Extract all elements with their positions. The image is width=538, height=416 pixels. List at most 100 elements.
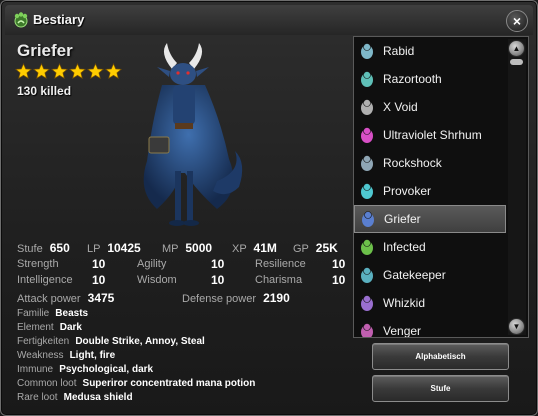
stat-immune: Immune Psychological, dark	[17, 363, 153, 375]
charisma-label: Charisma	[255, 274, 303, 286]
xp-label: XP	[232, 243, 247, 255]
stat-attack: Attack power 3475	[17, 291, 114, 305]
rockshock-icon	[361, 155, 373, 171]
strength-value: 10	[92, 257, 106, 271]
resilience-value-wrap: 10	[332, 257, 345, 271]
list-item-rabid[interactable]: Rabid	[354, 37, 506, 65]
lp-label: LP	[87, 243, 101, 255]
defense-label: Defense power	[182, 293, 256, 305]
list-item-provoker[interactable]: Provoker	[354, 177, 506, 205]
defense-value: 2190	[263, 291, 290, 305]
list-item-gatekeeper[interactable]: Gatekeeper	[354, 261, 506, 289]
close-icon: ×	[512, 13, 522, 29]
scroll-thumb[interactable]	[510, 59, 523, 65]
list-item-label: X Void	[383, 100, 418, 114]
whizkid-icon	[361, 295, 373, 311]
mp-value: 5000	[185, 241, 213, 255]
list-item-label: Infected	[383, 240, 426, 254]
rare-loot-value: Medusa shield	[63, 392, 133, 403]
stat-fertigkeiten: Fertigkeiten Double Strike, Annoy, Steal	[17, 335, 205, 347]
close-button[interactable]: ×	[506, 10, 528, 32]
wisdom-value: 10	[211, 273, 225, 287]
stat-defense: Defense power 2190	[182, 291, 290, 305]
weakness-label: Weakness	[17, 350, 64, 361]
common-loot-value: Superiror concentrated mana potion	[82, 378, 256, 389]
stat-mp: MP 5000	[162, 241, 212, 255]
razortooth-icon	[361, 71, 373, 87]
strength-label: Strength	[17, 258, 59, 270]
beast-paw-icon	[14, 12, 28, 28]
monster-name: Griefer	[17, 41, 73, 60]
wisdom-label: Wisdom	[137, 274, 177, 286]
intelligence-label: Intelligence	[17, 274, 73, 286]
weakness-value: Light, fire	[69, 350, 116, 361]
immune-label: Immune	[17, 364, 54, 375]
sort-alphabetical-button[interactable]: Alphabetisch	[372, 343, 509, 370]
x-void-icon	[361, 99, 373, 115]
stat-common-loot: Common loot Superiror concentrated mana …	[17, 377, 255, 389]
star-icon	[69, 63, 86, 80]
mp-label: MP	[162, 243, 179, 255]
star-icon	[51, 63, 68, 80]
gp-label: GP	[293, 243, 309, 255]
resilience-value: 10	[332, 257, 346, 271]
star-icon	[33, 63, 50, 80]
provoker-icon	[361, 183, 373, 199]
stat-element: Element Dark	[17, 321, 82, 333]
list-item-label: Rabid	[383, 44, 415, 58]
common-loot-label: Common loot	[17, 378, 77, 389]
rare-loot-label: Rare loot	[17, 392, 58, 403]
list-item-rockshock[interactable]: Rockshock	[354, 149, 506, 177]
scroll-down-button[interactable]: ▼	[508, 318, 525, 335]
list-item-x-void[interactable]: X Void	[354, 93, 506, 121]
ultraviolet-shrhum-icon	[361, 127, 373, 143]
list-item-razortooth[interactable]: Razortooth	[354, 65, 506, 93]
list-item-label: Ultraviolet Shrhum	[383, 128, 482, 142]
stat-gp: GP 25K	[293, 241, 338, 255]
element-value: Dark	[59, 322, 82, 333]
list-item-infected[interactable]: Infected	[354, 233, 506, 261]
agility-value-wrap: 10	[211, 257, 224, 271]
monster-list[interactable]: ▲ ▼ Rabid Razortooth X Void Ultraviolet Shr…	[353, 36, 529, 338]
charisma-value: 10	[332, 273, 346, 287]
resilience-label: Resilience	[255, 258, 306, 270]
list-item-label: Razortooth	[383, 72, 442, 86]
list-item-whizkid[interactable]: Whizkid	[354, 289, 506, 317]
gatekeeper-icon	[361, 267, 373, 283]
list-item-label: Rockshock	[383, 156, 442, 170]
sort-level-button[interactable]: Stufe	[372, 375, 509, 402]
bestiary-window: Bestiary × Griefer 130 killed Stufe 650 …	[0, 0, 538, 416]
stat-intelligence: Intelligence	[17, 274, 73, 286]
list-item-label: Provoker	[383, 184, 432, 198]
scroll-up-button[interactable]: ▲	[508, 40, 525, 57]
list-item-label: Whizkid	[383, 296, 426, 310]
stat-rare-loot: Rare loot Medusa shield	[17, 391, 133, 403]
venger-icon	[361, 323, 373, 337]
agility-value: 10	[211, 257, 225, 271]
stat-lp: LP 10425	[87, 241, 141, 255]
list-item-venger[interactable]: Venger	[354, 317, 506, 338]
infected-icon	[361, 239, 373, 255]
star-icon	[15, 63, 32, 80]
stat-xp: XP 41M	[232, 241, 277, 255]
stufe-value: 650	[49, 241, 70, 255]
chevron-up-icon: ▲	[512, 44, 521, 53]
monster-portrait	[143, 43, 243, 226]
intelligence-value: 10	[92, 273, 106, 287]
rabid-icon	[361, 43, 373, 59]
star-icon	[87, 63, 104, 80]
element-label: Element	[17, 322, 54, 333]
stat-weakness: Weakness Light, fire	[17, 349, 115, 361]
list-item-ultraviolet-shrhum[interactable]: Ultraviolet Shrhum	[354, 121, 506, 149]
attack-label: Attack power	[17, 293, 81, 305]
immune-value: Psychological, dark	[59, 364, 154, 375]
stat-resilience: Resilience	[255, 258, 306, 270]
list-item-griefer[interactable]: Griefer	[354, 205, 506, 233]
lp-value: 10425	[107, 241, 141, 255]
list-scrollbar[interactable]	[508, 39, 526, 335]
title-bar[interactable]: Bestiary ×	[5, 5, 533, 35]
list-item-label: Venger	[383, 324, 422, 338]
list-item-label: Griefer	[384, 212, 421, 226]
stat-wisdom: Wisdom	[137, 274, 177, 286]
xp-value: 41M	[253, 241, 277, 255]
